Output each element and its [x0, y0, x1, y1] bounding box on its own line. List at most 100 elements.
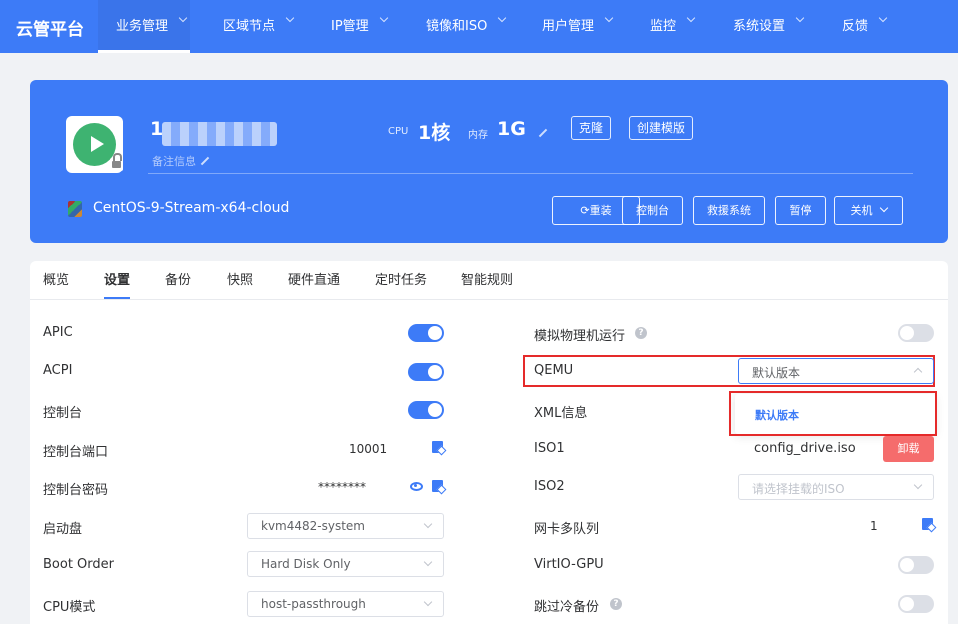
xml-info-label: XML信息: [534, 406, 588, 421]
edit-icon[interactable]: [432, 480, 443, 492]
chevron-down-icon: [913, 480, 923, 490]
card-divider: [148, 173, 913, 174]
edit-icon[interactable]: [922, 518, 933, 530]
nav-label: 监控: [650, 19, 677, 34]
nav-label: IP管理: [331, 19, 369, 34]
boot-order-select[interactable]: Hard Disk Only: [247, 551, 444, 577]
shutdown-label: 关机: [850, 204, 873, 217]
nav-label: 区域节点: [223, 19, 276, 34]
iso1-label: ISO1: [534, 441, 565, 456]
console-port-label: 控制台端口: [43, 445, 109, 460]
help-icon[interactable]: ?: [610, 598, 622, 610]
nav-label: 镜像和ISO: [426, 19, 488, 34]
nav-label: 业务管理: [116, 19, 169, 34]
chevron-down-icon: [795, 13, 805, 23]
reinstall-label: 重装: [589, 204, 612, 217]
chevron-down-icon: [423, 557, 433, 567]
brand-logo[interactable]: 云管平台: [16, 15, 84, 40]
help-icon[interactable]: ?: [635, 327, 647, 339]
memory-value: 1G: [497, 118, 526, 140]
boot-disk-label: 启动盘: [43, 522, 83, 537]
chevron-down-icon: [178, 13, 188, 23]
chevron-down-icon: [686, 13, 696, 23]
chevron-down-icon: [879, 203, 888, 213]
toggle-knob: [900, 597, 914, 611]
nav-item-settings[interactable]: 系统设置: [733, 0, 805, 53]
select-value: 默认版本: [752, 366, 801, 380]
console-password-label: 控制台密码: [43, 483, 109, 498]
vm-name-redacted: [162, 122, 277, 146]
edit-icon[interactable]: [432, 441, 443, 453]
vm-status-icon: [66, 116, 123, 173]
toggle-knob: [428, 326, 442, 340]
rescue-system-button[interactable]: 救援系统: [693, 196, 765, 225]
chevron-down-icon: [379, 13, 388, 23]
console-button[interactable]: 控制台: [622, 196, 683, 225]
pause-button[interactable]: 暂停: [775, 196, 826, 225]
tab-backup[interactable]: 备份: [165, 269, 191, 288]
nav-item-regions[interactable]: 区域节点: [223, 0, 295, 53]
play-icon: [91, 136, 104, 152]
tab-smart-rules[interactable]: 智能规则: [461, 269, 513, 288]
cpu-label: CPU: [388, 126, 409, 137]
select-value: host-passthrough: [261, 597, 366, 611]
tab-scheduled-tasks[interactable]: 定时任务: [375, 269, 427, 288]
nic-queue-label: 网卡多队列: [534, 522, 600, 537]
boot-disk-select[interactable]: kvm4482-system: [247, 513, 444, 539]
console-port-value: 10001: [349, 442, 388, 456]
eye-icon[interactable]: [410, 482, 423, 491]
apic-toggle[interactable]: [408, 324, 444, 342]
acpi-label: ACPI: [43, 363, 73, 378]
vm-remark[interactable]: 备注信息: [152, 153, 210, 169]
tab-settings[interactable]: 设置: [104, 269, 130, 288]
nav-item-feedback[interactable]: 反馈: [842, 0, 888, 53]
top-navbar: 云管平台 业务管理 区域节点 IP管理 镜像和ISO 用户管理 监控 系统设置 …: [0, 0, 958, 53]
tab-passthrough[interactable]: 硬件直通: [288, 269, 340, 288]
nav-item-images[interactable]: 镜像和ISO: [426, 0, 507, 53]
vm-remark-text: 备注信息: [152, 155, 196, 168]
edit-spec-icon[interactable]: [538, 128, 548, 138]
console-password-value: ********: [318, 480, 366, 494]
unmount-iso-button[interactable]: 卸载: [883, 436, 934, 462]
os-name: CentOS-9-Stream-x64-cloud: [93, 200, 290, 216]
edit-pen-icon: [200, 156, 210, 166]
nic-queue-value: 1: [870, 519, 878, 533]
select-value: Hard Disk Only: [261, 557, 351, 571]
nav-item-monitor[interactable]: 监控: [650, 0, 696, 53]
select-value: kvm4482-system: [261, 519, 365, 533]
centos-logo-icon: [68, 201, 82, 217]
iso2-label: ISO2: [534, 479, 565, 494]
qemu-label: QEMU: [534, 363, 574, 378]
console-label: 控制台: [43, 406, 83, 421]
clone-button[interactable]: 克隆: [571, 116, 612, 140]
qemu-version-select[interactable]: 默认版本: [738, 358, 934, 384]
nav-item-users[interactable]: 用户管理: [542, 0, 614, 53]
shutdown-dropdown-button[interactable]: 关机: [834, 196, 903, 225]
chevron-up-icon: [913, 367, 923, 377]
skip-cold-backup-toggle[interactable]: [898, 595, 934, 613]
nav-item-ip[interactable]: IP管理: [331, 0, 388, 53]
nav-item-business[interactable]: 业务管理: [98, 0, 190, 53]
emulate-physical-toggle[interactable]: [898, 324, 934, 342]
skip-cold-backup-label: 跳过冷备份: [534, 600, 600, 615]
chevron-down-icon: [423, 519, 433, 529]
tab-snapshot[interactable]: 快照: [227, 269, 253, 288]
nav-label: 反馈: [842, 19, 869, 34]
console-toggle[interactable]: [408, 401, 444, 419]
iso1-value: config_drive.iso: [754, 441, 856, 456]
acpi-toggle[interactable]: [408, 363, 444, 381]
chevron-down-icon: [604, 13, 614, 23]
boot-order-label: Boot Order: [43, 557, 114, 572]
cpu-mode-select[interactable]: host-passthrough: [247, 591, 444, 617]
tab-overview[interactable]: 概览: [43, 269, 69, 288]
refresh-icon: ⟳: [580, 204, 590, 217]
virtio-gpu-toggle[interactable]: [898, 556, 934, 574]
toggle-knob: [428, 365, 442, 379]
chevron-down-icon: [878, 13, 888, 23]
chevron-down-icon: [498, 13, 507, 23]
cpu-value: 1核: [418, 122, 451, 144]
virtio-gpu-label: VirtIO-GPU: [534, 557, 604, 572]
iso2-select[interactable]: 请选择挂载的ISO: [738, 474, 934, 500]
toggle-knob: [900, 326, 914, 340]
create-template-button[interactable]: 创建模版: [629, 116, 694, 140]
